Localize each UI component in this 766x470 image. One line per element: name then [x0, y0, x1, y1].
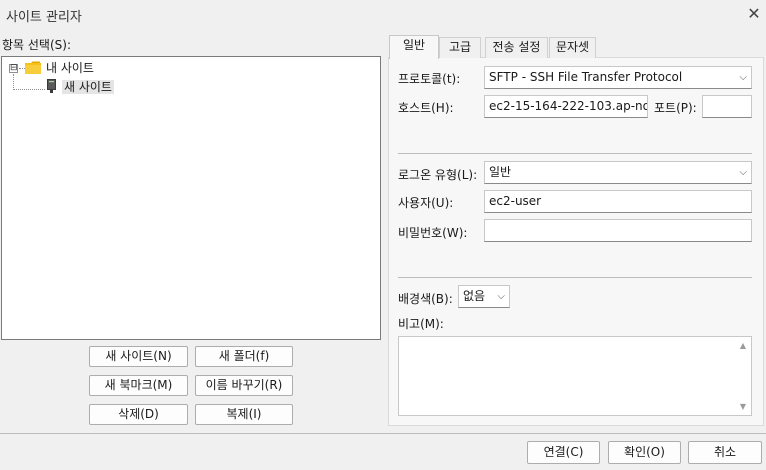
tree-connector [13, 74, 14, 90]
bgcolor-select[interactable]: 없음 ⌵ [458, 285, 510, 308]
logon-type-select[interactable]: 일반 ⌵ [484, 161, 752, 184]
password-input[interactable] [484, 219, 752, 242]
divider [398, 153, 752, 154]
close-icon[interactable]: ✕ [744, 4, 764, 24]
new-site-button[interactable]: 새 사이트(N) [89, 346, 188, 367]
tree-item-label: 내 사이트 [46, 61, 94, 75]
chevron-down-icon: ⌵ [497, 291, 505, 302]
rename-button[interactable]: 이름 바꾸기(R) [195, 375, 293, 396]
chevron-down-icon: ⌵ [739, 72, 747, 83]
new-folder-button[interactable]: 새 폴더(f) [195, 346, 293, 367]
host-label: 호스트(H): [398, 101, 454, 115]
logon-type-label: 로그온 유형(L): [398, 168, 478, 182]
tab-charset[interactable]: 문자셋 [549, 37, 596, 58]
protocol-value: SFTP - SSH File Transfer Protocol [489, 70, 683, 84]
tree-connector [13, 89, 45, 90]
comment-textarea[interactable] [398, 336, 752, 416]
select-entry-label: 항목 선택(S): [2, 38, 71, 52]
folder-icon [25, 61, 41, 74]
bgcolor-label: 배경색(B): [398, 292, 453, 306]
port-input[interactable] [702, 95, 752, 118]
duplicate-button[interactable]: 복제(I) [195, 404, 293, 425]
ok-button[interactable]: 확인(O) [608, 441, 681, 464]
tree-item-label: 새 사이트 [62, 80, 114, 94]
tree-item-my-sites[interactable]: 내 사이트 [46, 59, 94, 77]
collapse-icon[interactable]: ⊟ [9, 64, 18, 73]
tree-item-new-site[interactable]: 새 사이트 [62, 78, 114, 96]
cancel-button[interactable]: 취소 [688, 441, 762, 464]
tab-advanced[interactable]: 고급 [439, 37, 481, 58]
chevron-down-icon: ⌵ [739, 167, 747, 178]
window-title: 사이트 관리자 [6, 10, 82, 25]
server-icon [47, 79, 56, 93]
delete-button[interactable]: 삭제(D) [89, 404, 188, 425]
new-bookmark-button[interactable]: 새 북마크(M) [89, 375, 188, 396]
scroll-up-icon[interactable]: ▲ [738, 341, 748, 350]
user-input[interactable]: ec2-user [484, 190, 752, 213]
tab-general[interactable]: 일반 [389, 35, 439, 59]
site-tree[interactable] [1, 56, 381, 340]
logon-type-value: 일반 [489, 165, 512, 179]
password-label: 비밀번호(W): [398, 226, 468, 240]
user-label: 사용자(U): [398, 196, 454, 210]
title-bar [0, 0, 766, 28]
protocol-select[interactable]: SFTP - SSH File Transfer Protocol ⌵ [484, 66, 752, 89]
tab-transfer-settings[interactable]: 전송 설정 [485, 37, 548, 58]
connect-button[interactable]: 연결(C) [527, 441, 600, 464]
protocol-label: 프로토콜(t): [398, 72, 461, 86]
bgcolor-value: 없음 [463, 289, 486, 303]
port-label: 포트(P): [654, 101, 697, 115]
footer-divider [0, 433, 766, 434]
divider [398, 277, 752, 278]
comment-label: 비고(M): [398, 317, 444, 331]
host-input[interactable]: ec2-15-164-222-103.ap-nor [484, 95, 648, 118]
scroll-down-icon[interactable]: ▼ [738, 402, 748, 411]
